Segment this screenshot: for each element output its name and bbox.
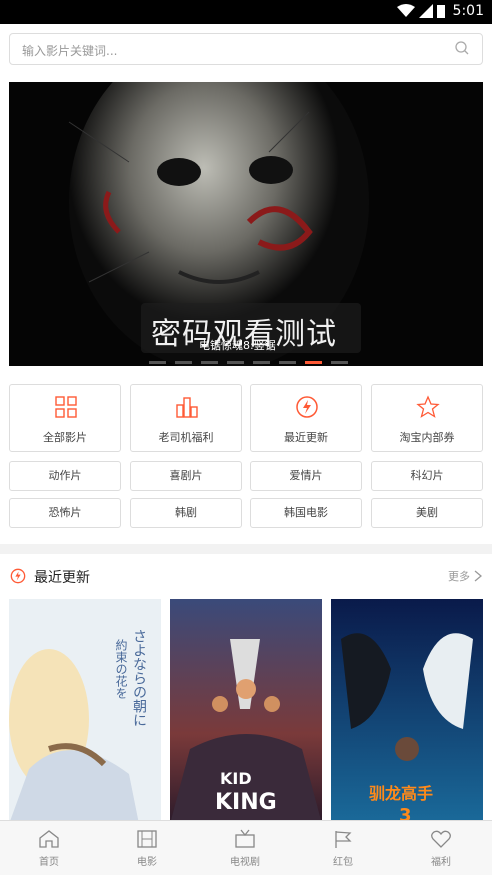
tab-welfare[interactable]: 福利 (392, 821, 490, 875)
flag-icon (335, 831, 352, 848)
category-label: 老司机福利 (158, 431, 214, 444)
svg-text:KING: KING (215, 790, 277, 815)
search-placeholder: 输入影片关键词... (22, 44, 118, 58)
chevron-right-icon (474, 570, 482, 582)
wifi-icon (396, 4, 415, 17)
poster-image: 驯龙高手 3 (331, 599, 483, 824)
tab-tv[interactable]: 电视剧 (196, 821, 294, 875)
refresh-icon (296, 396, 318, 418)
tab-home[interactable]: 首页 (0, 821, 98, 875)
search-icon[interactable] (454, 40, 470, 56)
search-bar: 输入影片关键词... (0, 24, 492, 74)
film-icon (137, 830, 157, 848)
poster-image: KID KING (170, 599, 322, 824)
carousel-dot[interactable] (253, 361, 270, 364)
carousel-dot[interactable] (201, 361, 218, 364)
movie-poster[interactable]: 驯龙高手 3 (331, 599, 483, 824)
svg-text:約束の花を: 約束の花を (114, 638, 128, 699)
search-input[interactable]: 输入影片关键词... (9, 33, 483, 65)
carousel-indicator[interactable] (149, 361, 348, 364)
genre-pill[interactable]: 美剧 (371, 498, 483, 528)
recent-section: 最近更新 更多 さよならの朝に 約束の花を KID KING 驯龙高手 3 (0, 554, 492, 824)
movie-poster[interactable]: KID KING (170, 599, 322, 824)
tab-label: 红包 (333, 857, 353, 868)
banner-carousel[interactable]: 密码观看测试 电锯惊魂8:竖锯 (9, 82, 483, 366)
status-bar: 5:01 (0, 0, 492, 24)
poster-image: さよならの朝に 約束の花を (9, 599, 161, 824)
carousel-dot[interactable] (175, 361, 192, 364)
svg-text:驯龙高手: 驯龙高手 (369, 784, 433, 803)
grid-icon (55, 396, 77, 418)
genre-pill[interactable]: 韩剧 (130, 498, 242, 528)
category-coupons[interactable]: 淘宝内部券 (371, 384, 483, 452)
genre-pill[interactable]: 韩国电影 (250, 498, 362, 528)
signal-icon (418, 4, 433, 18)
refresh-icon (10, 568, 26, 584)
star-icon (416, 395, 440, 418)
category-all-movies[interactable]: 全部影片 (9, 384, 121, 452)
genre-pill[interactable]: 科幻片 (371, 461, 483, 491)
carousel-dot[interactable] (279, 361, 296, 364)
status-time: 5:01 (452, 3, 484, 19)
tab-label: 电影 (137, 857, 157, 868)
status-icons: 5:01 (396, 3, 484, 19)
genre-pill[interactable]: 恐怖片 (9, 498, 121, 528)
tab-label: 电视剧 (230, 857, 260, 868)
genre-pill[interactable]: 动作片 (9, 461, 121, 491)
category-label: 淘宝内部券 (399, 431, 455, 444)
carousel-dot-active[interactable] (305, 361, 322, 364)
carousel-dot[interactable] (331, 361, 348, 364)
more-label: 更多 (448, 570, 470, 583)
category-recent[interactable]: 最近更新 (250, 384, 362, 452)
home-icon (39, 830, 59, 848)
home-content: 密码观看测试 电锯惊魂8:竖锯 全部影片 老司机福利 最近更新 淘宝内部券 动作… (0, 74, 492, 544)
more-link[interactable]: 更多 (448, 568, 482, 584)
svg-text:さよならの朝に: さよならの朝に (131, 629, 147, 727)
category-welfare[interactable]: 老司机福利 (130, 384, 242, 452)
banner-subtitle: 电锯惊魂8:竖锯 (199, 339, 276, 352)
tab-label: 福利 (431, 857, 451, 868)
svg-text:KID: KID (220, 769, 252, 788)
genre-pill[interactable]: 爱情片 (250, 461, 362, 491)
tv-icon (235, 829, 255, 848)
genre-pill[interactable]: 喜剧片 (130, 461, 242, 491)
section-divider (0, 544, 492, 554)
carousel-dot[interactable] (149, 361, 166, 364)
category-label: 全部影片 (43, 431, 87, 444)
heart-icon (431, 830, 451, 848)
battery-icon (436, 5, 445, 18)
tab-redpacket[interactable]: 红包 (294, 821, 392, 875)
tab-label: 首页 (39, 857, 59, 868)
chart-icon (176, 397, 198, 418)
movie-poster[interactable]: さよならの朝に 約束の花を (9, 599, 161, 824)
bottom-tab-bar: 首页 电影 电视剧 红包 福利 (0, 820, 492, 875)
tab-movie[interactable]: 电影 (98, 821, 196, 875)
section-title: 最近更新 (34, 570, 90, 586)
carousel-dot[interactable] (227, 361, 244, 364)
category-label: 最近更新 (284, 431, 328, 444)
